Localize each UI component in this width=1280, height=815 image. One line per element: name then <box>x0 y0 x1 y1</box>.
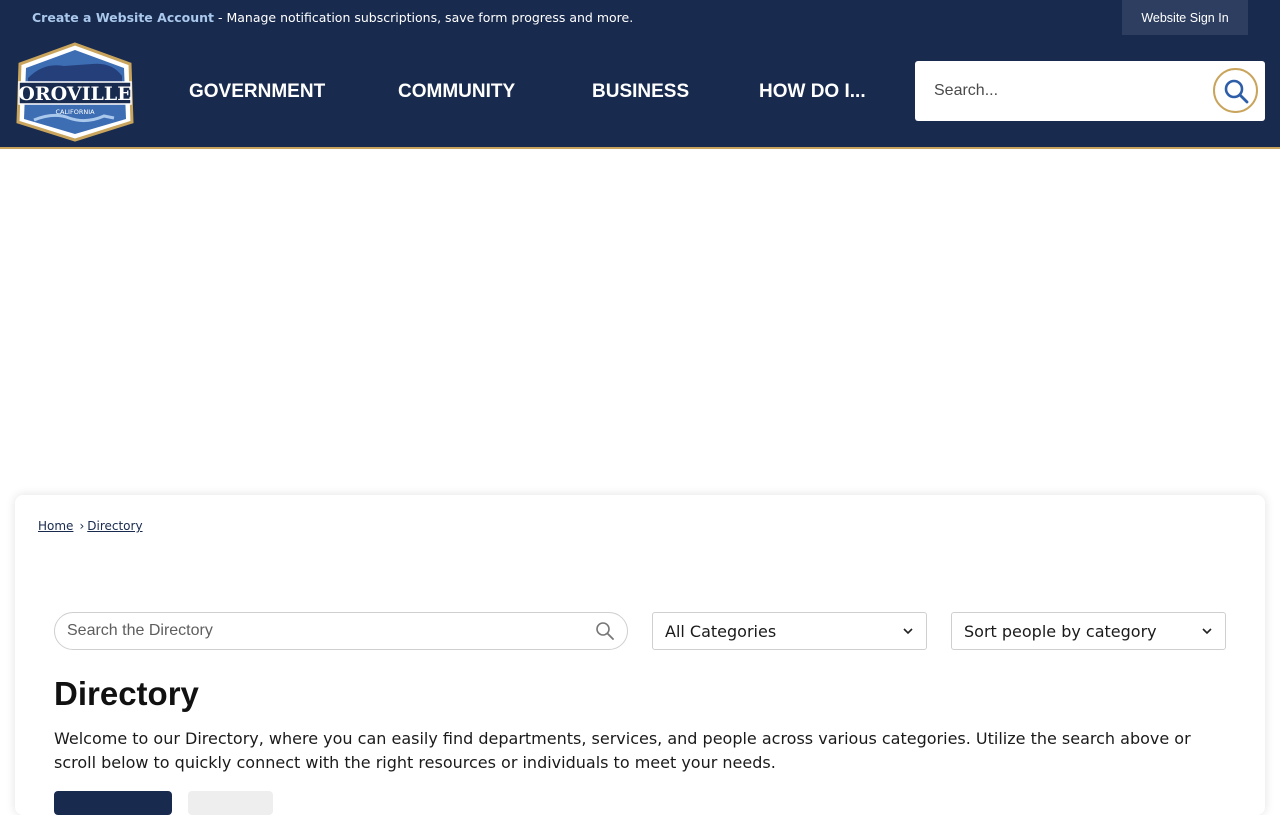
search-icon <box>1224 79 1248 103</box>
breadcrumb: Home › Directory <box>38 519 143 533</box>
nav-government[interactable]: GOVERNMENT <box>189 81 325 103</box>
breadcrumb-directory[interactable]: Directory <box>87 519 142 533</box>
nav-how-do-i[interactable]: HOW DO I... <box>759 81 866 103</box>
oroville-seal-icon: OROVILLE CALIFORNIA <box>16 42 134 142</box>
site-search-input[interactable] <box>915 61 1205 121</box>
chevron-down-icon <box>1202 628 1212 635</box>
chevron-down-icon <box>903 628 913 635</box>
magnifier-icon[interactable] <box>595 621 615 641</box>
site-search-box <box>915 61 1265 121</box>
directory-search-input[interactable] <box>55 613 585 649</box>
oroville-logo[interactable]: OROVILLE CALIFORNIA <box>14 42 136 142</box>
create-account-link[interactable]: Create a Website Account <box>32 10 214 25</box>
sort-select-value: Sort people by category <box>964 621 1157 641</box>
account-message: Create a Website Account - Manage notifi… <box>32 10 633 25</box>
directory-tab-secondary[interactable] <box>188 791 273 815</box>
sort-select[interactable]: Sort people by category <box>951 612 1226 650</box>
site-header: OROVILLE CALIFORNIA GOVERNMENT COMMUNITY… <box>0 36 1280 149</box>
nav-community[interactable]: COMMUNITY <box>398 81 515 103</box>
website-sign-in-button[interactable]: Website Sign In <box>1122 0 1248 35</box>
category-select[interactable]: All Categories <box>652 612 927 650</box>
page-title: Directory <box>54 675 199 712</box>
breadcrumb-home[interactable]: Home <box>38 519 73 533</box>
directory-search-box <box>54 612 628 650</box>
top-utility-bar: Create a Website Account - Manage notifi… <box>0 0 1280 36</box>
nav-business[interactable]: BUSINESS <box>592 81 689 103</box>
logo-wordmark: OROVILLE <box>18 83 131 105</box>
category-select-value: All Categories <box>665 621 777 641</box>
breadcrumb-separator: › <box>79 519 85 533</box>
logo-state: CALIFORNIA <box>55 108 95 116</box>
account-message-text: - Manage notification subscriptions, sav… <box>214 10 634 25</box>
directory-intro: Welcome to our Directory, where you can … <box>54 729 1191 772</box>
site-search-button[interactable] <box>1213 68 1258 113</box>
directory-tab-primary[interactable] <box>54 791 172 815</box>
directory-card: Home›Directory All Categories Sort peopl… <box>15 495 1265 815</box>
